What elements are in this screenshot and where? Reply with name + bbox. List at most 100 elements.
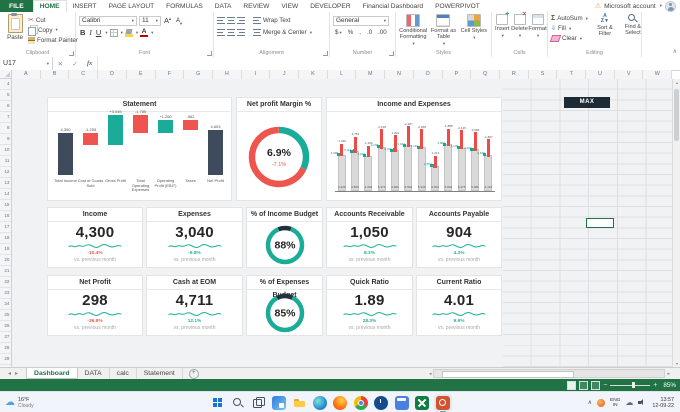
- column-header-e[interactable]: E: [127, 70, 156, 79]
- wrap-text-button[interactable]: Wrap Text: [253, 17, 291, 24]
- taskbar-icon-edge[interactable]: [311, 394, 329, 412]
- taskbar-icon-start[interactable]: [208, 394, 226, 412]
- onedrive-icon[interactable]: ☁: [625, 398, 633, 407]
- sort-filter-button[interactable]: A Z▼ Sort & Filter: [592, 14, 618, 48]
- increase-decimal-button[interactable]: .0: [365, 29, 374, 36]
- find-select-button[interactable]: Find & Select: [620, 14, 646, 48]
- italic-button[interactable]: I: [88, 28, 93, 37]
- borders-button[interactable]: [109, 28, 118, 37]
- income-expenses-chart-card[interactable]: Income and Expenses -1,349 3,080 4,429 -1,7…: [326, 97, 502, 201]
- weather-widget[interactable]: ☁ 16°F Cloudy: [0, 397, 65, 409]
- row-header-27[interactable]: 27: [0, 332, 11, 343]
- row-header-16[interactable]: 16: [0, 211, 11, 222]
- column-header-i[interactable]: I: [242, 70, 271, 79]
- font-color-button[interactable]: A: [140, 28, 149, 37]
- fill-button[interactable]: ⇩ Fill ▾: [551, 24, 588, 33]
- sheet-tab-statement[interactable]: Statement: [137, 368, 183, 379]
- taskbar-icon-powerpoint[interactable]: [433, 393, 452, 412]
- taskbar-icon-excel[interactable]: [413, 394, 431, 412]
- row-header-7[interactable]: 7: [0, 112, 11, 123]
- column-header-g[interactable]: G: [184, 70, 213, 79]
- scroll-down-icon[interactable]: ▾: [673, 361, 680, 366]
- taskbar-icon-search[interactable]: [229, 394, 247, 412]
- row-header-14[interactable]: 14: [0, 189, 11, 200]
- insert-cells-button[interactable]: Insert▾: [495, 11, 510, 48]
- kpi-card-quick-ratio[interactable]: Quick Ratio 1.89 28.3% vs. previous month: [326, 275, 413, 336]
- fill-color-button[interactable]: [124, 28, 133, 37]
- ribbon-tab-file[interactable]: FILE: [0, 0, 33, 12]
- underline-button[interactable]: U: [95, 28, 102, 37]
- row-header-24[interactable]: 24: [0, 299, 11, 310]
- align-middle-button[interactable]: [227, 17, 235, 24]
- column-header-q[interactable]: Q: [471, 70, 500, 79]
- normal-view-button[interactable]: [567, 380, 577, 390]
- column-header-w[interactable]: W: [643, 70, 673, 79]
- row-header-29[interactable]: 29: [0, 354, 11, 365]
- cancel-button[interactable]: ✕: [58, 60, 63, 68]
- row-header-6[interactable]: 6: [0, 101, 11, 112]
- column-header-s[interactable]: S: [529, 70, 558, 79]
- kpi-card-net-profit[interactable]: Net Profit 298 -36.8% vs. previous month: [47, 275, 143, 336]
- row-header-17[interactable]: 17: [0, 222, 11, 233]
- font-dialog-launcher[interactable]: [207, 51, 212, 56]
- taskbar-icon-chrome[interactable]: [352, 394, 370, 412]
- copy-button[interactable]: Copy ▾: [28, 25, 78, 36]
- column-header-t[interactable]: T: [557, 70, 587, 79]
- scroll-right-icon[interactable]: ▸: [667, 371, 670, 377]
- column-header-p[interactable]: P: [443, 70, 472, 79]
- taskbar-icon-firefox[interactable]: [331, 394, 349, 412]
- row-header-8[interactable]: 8: [0, 123, 11, 134]
- max-button[interactable]: MAX: [564, 97, 610, 108]
- font-name-select[interactable]: Calibri ▾: [79, 15, 137, 26]
- row-header-25[interactable]: 25: [0, 310, 11, 321]
- taskbar-clock[interactable]: 13:57 12-09-22: [652, 397, 674, 409]
- kpi-card-cash-at-eom[interactable]: Cash at EOM 4,711 12.1% vs. previous month: [146, 275, 243, 336]
- zoom-level[interactable]: 85%: [663, 382, 676, 389]
- kpi-card-current-ratio[interactable]: Current Ratio 4.01 9.9% vs. previous month: [416, 275, 502, 336]
- align-bottom-button[interactable]: [237, 17, 245, 24]
- column-header-h[interactable]: H: [213, 70, 242, 79]
- column-header-a[interactable]: A: [12, 70, 41, 79]
- kpi-card-accounts-receivable[interactable]: Accounts Receivable 1,050 8.3% vs. previous…: [326, 207, 413, 268]
- align-right-button[interactable]: [237, 29, 245, 36]
- statement-chart-card[interactable]: Statement 4,300 Total Income -1,255 Cost of…: [47, 97, 232, 201]
- merge-center-button[interactable]: Merge & Center ▾: [253, 29, 312, 36]
- row-header-5[interactable]: 5: [0, 90, 11, 101]
- alignment-dialog-launcher[interactable]: [323, 51, 328, 56]
- kpi-card-income[interactable]: Income 4,300 -10.4% vs. previous month: [47, 207, 143, 268]
- volume-icon[interactable]: [638, 399, 647, 407]
- row-header-4[interactable]: 4: [0, 79, 11, 90]
- column-header-o[interactable]: O: [414, 70, 443, 79]
- comma-style-button[interactable]: ,: [357, 29, 363, 36]
- row-header-13[interactable]: 13: [0, 178, 11, 189]
- shrink-font-button[interactable]: A ▼: [175, 16, 184, 26]
- language-indicator[interactable]: ENG IN: [610, 398, 620, 408]
- clipboard-dialog-launcher[interactable]: [69, 51, 74, 56]
- net-profit-margin-card[interactable]: Net profit Margin % 6.9% -7.1%: [236, 97, 322, 201]
- ribbon-tab-formulas[interactable]: FORMULAS: [160, 0, 209, 12]
- column-header-c[interactable]: C: [69, 70, 99, 79]
- ribbon-tab-home[interactable]: HOME: [32, 0, 67, 12]
- ribbon-tab-insert[interactable]: INSERT: [67, 0, 103, 12]
- ribbon-tab-financial-dashboard[interactable]: Financial Dashboard: [357, 0, 429, 12]
- taskbar-icon-calculator[interactable]: [393, 394, 411, 412]
- tray-app-icon[interactable]: [597, 398, 605, 407]
- formula-input[interactable]: [98, 57, 680, 70]
- row-header-21[interactable]: 21: [0, 266, 11, 277]
- horizontal-scrollbar[interactable]: ◂ ▸: [429, 368, 680, 379]
- conditional-formatting-button[interactable]: Conditional Formatting ▾: [399, 14, 427, 48]
- page-break-view-button[interactable]: [591, 380, 601, 390]
- hidden-icons-chevron[interactable]: ∧: [588, 399, 592, 406]
- row-header-11[interactable]: 11: [0, 156, 11, 167]
- zoom-slider[interactable]: [610, 382, 651, 388]
- avatar[interactable]: [665, 0, 676, 12]
- cell-styles-button[interactable]: Cell Styles ▾: [460, 14, 488, 48]
- sheet-tab-dashboard[interactable]: Dashboard: [26, 368, 78, 379]
- column-header-j[interactable]: J: [270, 70, 300, 79]
- kpi-card-accounts-payable[interactable]: Accounts Payable 904 4.3% vs. previous mont…: [416, 207, 502, 268]
- vertical-scroll-thumb[interactable]: [674, 89, 679, 141]
- decrease-decimal-button[interactable]: .00: [376, 29, 389, 36]
- clear-button[interactable]: Clear ▾: [549, 34, 588, 43]
- collapse-ribbon-button[interactable]: ∧: [673, 48, 677, 55]
- zoom-in-button[interactable]: +: [653, 382, 657, 389]
